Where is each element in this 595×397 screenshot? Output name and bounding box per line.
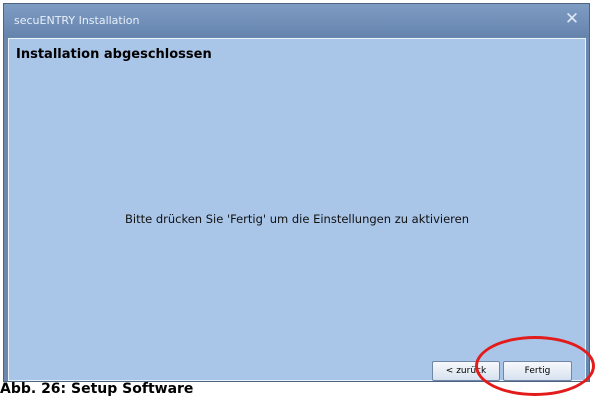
installer-window: secuENTRY Installation ✕ Installation ab… [3, 3, 590, 382]
wizard-content-panel: Installation abgeschlossen Bitte drücken… [8, 38, 586, 381]
page-title: Installation abgeschlossen [16, 47, 212, 62]
title-bar[interactable]: secuENTRY Installation ✕ [4, 4, 589, 37]
highlight-circle [475, 336, 595, 396]
figure-caption: Abb. 26: Setup Software [0, 381, 194, 397]
instruction-text: Bitte drücken Sie 'Fertig' um die Einste… [124, 212, 470, 226]
close-icon[interactable]: ✕ [563, 10, 581, 28]
window-title: secuENTRY Installation [14, 14, 140, 27]
